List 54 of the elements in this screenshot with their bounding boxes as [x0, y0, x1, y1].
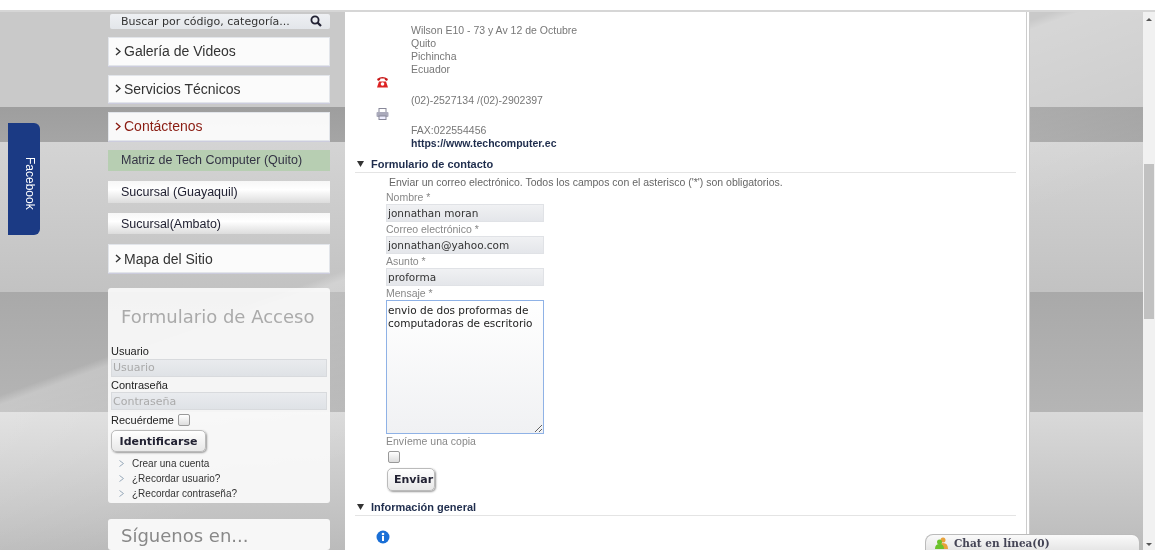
- text-field[interactable]: jonnathan@yahoo.com: [386, 236, 544, 254]
- panel-title: Formulario de Acceso: [121, 306, 316, 328]
- submenu-item[interactable]: Matriz de Tech Computer (Quito): [108, 149, 330, 172]
- chat-bar[interactable]: Chat en línea(0): [925, 534, 1140, 550]
- login-field[interactable]: Contraseña: [111, 392, 327, 411]
- message-field[interactable]: envio de dos proformas de computadoras de escritorio: [386, 300, 544, 434]
- telephone-icon: [376, 76, 389, 88]
- link[interactable]: ¿Recordar contraseña?: [132, 488, 238, 500]
- login-field[interactable]: Usuario: [111, 358, 327, 377]
- chevron-icon: [115, 46, 121, 56]
- triangle-icon[interactable]: [357, 161, 364, 167]
- field-label: Usuario: [111, 345, 149, 358]
- field-label: Contraseña: [111, 378, 168, 391]
- search-icon[interactable]: [310, 15, 322, 28]
- submenu-item[interactable]: Sucursal(Ambato): [108, 212, 330, 235]
- field-label: Nombre *: [386, 191, 431, 203]
- submenu-item[interactable]: Sucursal (Guayaquil): [108, 181, 330, 203]
- triangle-icon[interactable]: [357, 504, 364, 510]
- website-link[interactable]: https://www.techcomputer.ec: [411, 137, 1016, 150]
- section-heading[interactable]: Información general: [371, 501, 477, 513]
- info-icon: [376, 530, 390, 544]
- fax-number: FAX:022554456: [411, 124, 488, 137]
- facebook-tab[interactable]: Facebook: [8, 123, 40, 235]
- form-instructions: Enviar un correo electrónico. Todos los campos con el asterisco ('*') son obligatorios.: [389, 176, 783, 188]
- field-label: Asunto *: [386, 255, 426, 267]
- checkbox-label: Recuérdeme: [111, 414, 174, 427]
- chevron-icon: [115, 121, 121, 131]
- section-heading[interactable]: Formulario de contacto: [371, 158, 494, 170]
- address-line: Quito: [411, 37, 438, 50]
- checkbox[interactable]: [388, 451, 400, 463]
- menu-item[interactable]: Galería de Videos: [108, 36, 330, 66]
- menu-item[interactable]: Mapa del Sitio: [108, 244, 330, 274]
- chevron-icon: [115, 254, 121, 264]
- login-button[interactable]: Identificarse: [111, 430, 206, 453]
- address-line: Ecuador: [411, 63, 452, 76]
- search-field[interactable]: Buscar por código, categoría...: [110, 14, 330, 29]
- link[interactable]: Crear una cuenta: [132, 458, 210, 470]
- send-button[interactable]: Enviar: [387, 468, 435, 491]
- field-label: Correo electrónico *: [386, 223, 479, 235]
- menu-item[interactable]: Contáctenos: [108, 112, 330, 141]
- phone-number: (02)-2527134 /(02)-2902397: [411, 94, 544, 107]
- link[interactable]: ¿Recordar usuario?: [132, 473, 221, 485]
- address-line: Pichincha: [411, 50, 458, 63]
- address-line: Wilson E10 - 73 y Av 12 de Octubre: [411, 24, 579, 37]
- section-title: Síguenos en...: [108, 519, 330, 550]
- printer-icon: [376, 108, 389, 120]
- field-label: Mensaje *: [386, 287, 433, 299]
- checkbox[interactable]: [178, 414, 190, 427]
- text-field[interactable]: jonnathan moran: [386, 204, 544, 222]
- menu-item[interactable]: Servicios Técnicos: [108, 74, 330, 104]
- chevron-icon: [115, 84, 121, 94]
- people-icon: [935, 536, 948, 549]
- text-field[interactable]: proforma: [386, 268, 544, 286]
- checkbox-label: Envíeme una copia: [386, 435, 476, 447]
